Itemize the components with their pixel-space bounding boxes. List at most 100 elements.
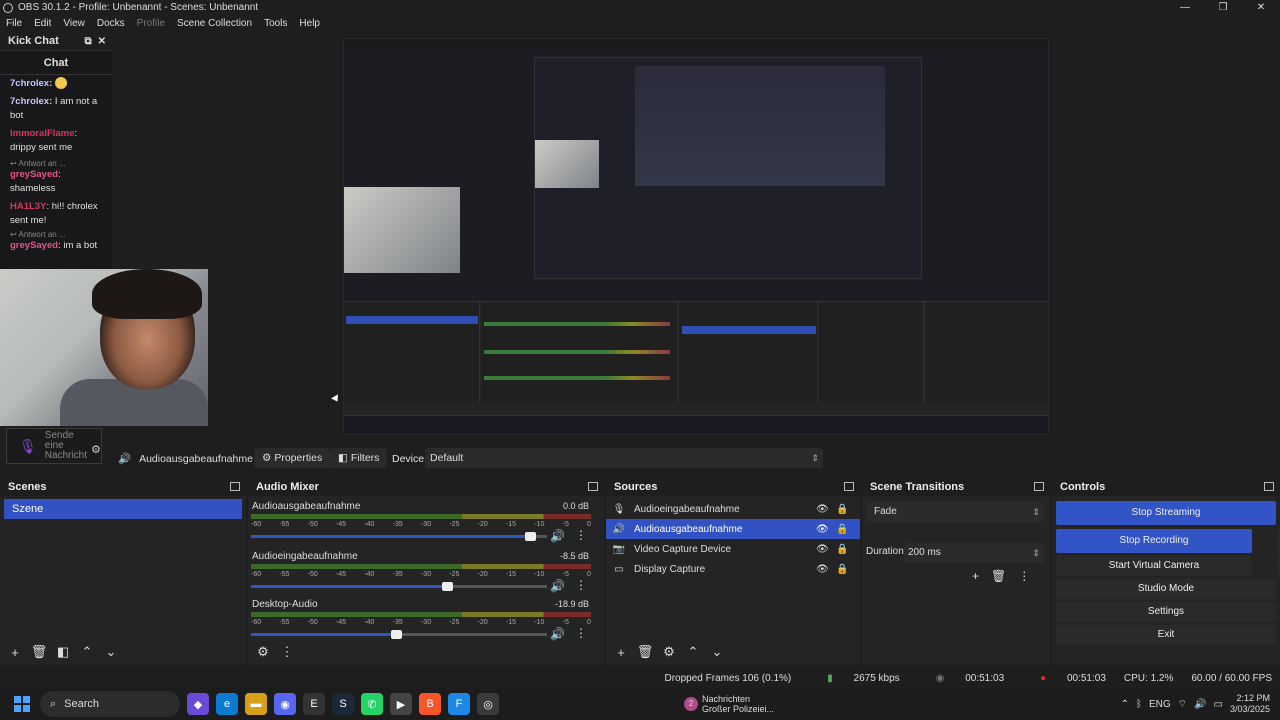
volume-meter <box>251 564 591 569</box>
microphone-icon[interactable]: 🎙 <box>19 438 37 455</box>
lock-icon[interactable]: 🔒 <box>836 544 848 555</box>
menu-file[interactable]: File <box>0 18 28 29</box>
chat-message: HA1L3Y: hi!! chrolex sent me! <box>10 201 98 226</box>
move-up-icon[interactable]: ⌃ <box>78 644 96 660</box>
settings-button[interactable]: Settings <box>1056 602 1276 622</box>
chat-input[interactable]: 🎙 Sende eine Nachricht <box>6 428 102 464</box>
scene-item[interactable]: Szene <box>4 499 242 519</box>
stop-streaming-button[interactable]: Stop Streaming <box>1056 501 1276 525</box>
menu-tools[interactable]: Tools <box>258 18 293 29</box>
exit-button[interactable]: Exit <box>1056 625 1276 645</box>
chat-settings-icon[interactable]: ⚙ <box>91 443 101 456</box>
discord-icon[interactable]: ◉ <box>274 693 296 715</box>
transition-menu-icon[interactable]: ⋮ <box>1018 569 1030 583</box>
menu-edit[interactable]: Edit <box>28 18 57 29</box>
volume-slider[interactable] <box>251 630 547 639</box>
move-down-icon[interactable]: ⌄ <box>708 644 726 660</box>
volume-icon[interactable]: 🔊 <box>1194 699 1206 710</box>
move-up-icon[interactable]: ⌃ <box>684 644 702 660</box>
start-virtual-camera-button[interactable]: Start Virtual Camera <box>1056 556 1252 576</box>
language-indicator[interactable]: ENG <box>1149 699 1171 710</box>
remove-scene-icon[interactable]: 🗑 <box>30 644 48 660</box>
tray-chevron-icon[interactable]: ⌃ <box>1121 699 1129 710</box>
float-dock-icon[interactable] <box>1264 482 1274 491</box>
source-properties-icon[interactable]: ⚙ <box>660 644 678 660</box>
visibility-eye-icon[interactable]: 👁 <box>816 564 829 575</box>
lock-icon[interactable]: 🔒 <box>836 524 848 535</box>
source-item[interactable]: ▭ Display Capture 👁 🔒 <box>606 559 860 579</box>
close-button[interactable]: ✕ <box>1242 0 1280 15</box>
close-dock-icon[interactable]: ✕ <box>98 36 106 47</box>
chat-header: Chat <box>0 51 112 75</box>
float-dock-icon[interactable] <box>588 482 598 491</box>
maximize-button[interactable]: ❐ <box>1204 0 1242 15</box>
visibility-eye-icon[interactable]: 👁 <box>816 524 829 535</box>
float-dock-icon[interactable] <box>1034 482 1044 491</box>
add-scene-icon[interactable]: + <box>6 645 24 660</box>
device-select[interactable]: Default ⇕ <box>425 448 823 468</box>
visibility-eye-icon[interactable]: 👁 <box>816 504 829 515</box>
wifi-icon[interactable]: ⌔ <box>1178 698 1187 711</box>
context-source: 🔊 Audioausgabeaufnahme <box>118 452 253 466</box>
studio-mode-button[interactable]: Studio Mode <box>1056 579 1276 599</box>
program-preview[interactable] <box>343 38 1049 435</box>
filters-button[interactable]: ◧ Filters <box>330 448 388 468</box>
duration-label: Duration <box>866 546 904 557</box>
menu-view[interactable]: View <box>57 18 91 29</box>
gear-icon: ⚙ <box>262 452 272 464</box>
menu-help[interactable]: Help <box>293 18 326 29</box>
more-options-icon[interactable]: ⋮ <box>575 578 587 592</box>
move-down-icon[interactable]: ⌄ <box>102 644 120 660</box>
menu-profile[interactable]: Profile <box>131 18 171 29</box>
taskbar-search[interactable]: ⌕ Search <box>40 691 180 717</box>
scene-filter-icon[interactable]: ◧ <box>54 644 72 660</box>
duration-input[interactable]: 200 ms ⇕ <box>904 543 1044 563</box>
notification-preview[interactable]: 2 Nachrichten Großer Polizeiei... <box>684 694 774 714</box>
visibility-eye-icon[interactable]: 👁 <box>816 544 829 555</box>
obs-taskbar-icon[interactable]: ◎ <box>477 693 499 715</box>
lock-icon[interactable]: 🔒 <box>836 564 848 575</box>
minimize-button[interactable]: — <box>1166 0 1204 15</box>
edge-icon[interactable]: e <box>216 693 238 715</box>
float-dock-icon[interactable] <box>230 482 240 491</box>
windows-start-icon[interactable] <box>14 696 30 712</box>
epic-games-icon[interactable]: E <box>303 693 325 715</box>
source-context-bar: 🔊 Audioausgabeaufnahme ⚙ Properties ◧ Fi… <box>112 447 1280 471</box>
whatsapp-icon[interactable]: ✆ <box>361 693 383 715</box>
add-transition-icon[interactable]: + <box>972 569 979 583</box>
mixer-menu-icon[interactable]: ⋮ <box>278 644 296 660</box>
menu-docks[interactable]: Docks <box>91 18 131 29</box>
float-dock-icon[interactable]: ⧉ <box>84 36 91 47</box>
chat-message: 7chrolex: I am not a bot <box>10 96 98 121</box>
speaker-icon[interactable]: 🔊 <box>550 627 565 641</box>
brave-icon[interactable]: B <box>419 693 441 715</box>
lock-icon[interactable]: 🔒 <box>836 504 848 515</box>
speaker-icon[interactable]: 🔊 <box>550 529 565 543</box>
source-item[interactable]: 🔊 Audioausgabeaufnahme 👁 🔒 <box>606 519 860 539</box>
menu-scene-collection[interactable]: Scene Collection <box>171 18 258 29</box>
file-explorer-icon[interactable]: ▬ <box>245 693 267 715</box>
copilot-icon[interactable]: ◆ <box>187 693 209 715</box>
source-item[interactable]: 🎙 Audioeingabeaufnahme 👁 🔒 <box>606 499 860 519</box>
transition-select[interactable]: Fade ⇕ <box>866 502 1044 522</box>
more-options-icon[interactable]: ⋮ <box>575 626 587 640</box>
source-item[interactable]: 📷 Video Capture Device 👁 🔒 <box>606 539 860 559</box>
app-f-icon[interactable]: F <box>448 693 470 715</box>
remove-transition-icon[interactable]: 🗑 <box>991 569 1006 583</box>
bluetooth-icon[interactable]: ᛒ <box>1136 699 1142 710</box>
clock[interactable]: 2:12 PM 3/03/2025 <box>1230 693 1270 715</box>
add-source-icon[interactable]: + <box>612 645 630 660</box>
volume-slider[interactable] <box>251 582 547 591</box>
media-player-icon[interactable]: ▶ <box>390 693 412 715</box>
advanced-audio-icon[interactable]: ⚙ <box>254 644 272 660</box>
stop-recording-button[interactable]: Stop Recording <box>1056 529 1252 553</box>
remove-source-icon[interactable]: 🗑 <box>636 644 654 660</box>
battery-icon[interactable]: ▭ <box>1214 699 1223 710</box>
volume-slider[interactable] <box>251 532 547 541</box>
properties-button[interactable]: ⚙ Properties <box>254 448 331 468</box>
scenes-dock: Scenes Szene + 🗑 ◧ ⌃ ⌄ <box>0 477 246 665</box>
steam-icon[interactable]: S <box>332 693 354 715</box>
float-dock-icon[interactable] <box>844 482 854 491</box>
more-options-icon[interactable]: ⋮ <box>575 528 587 542</box>
speaker-icon[interactable]: 🔊 <box>550 579 565 593</box>
